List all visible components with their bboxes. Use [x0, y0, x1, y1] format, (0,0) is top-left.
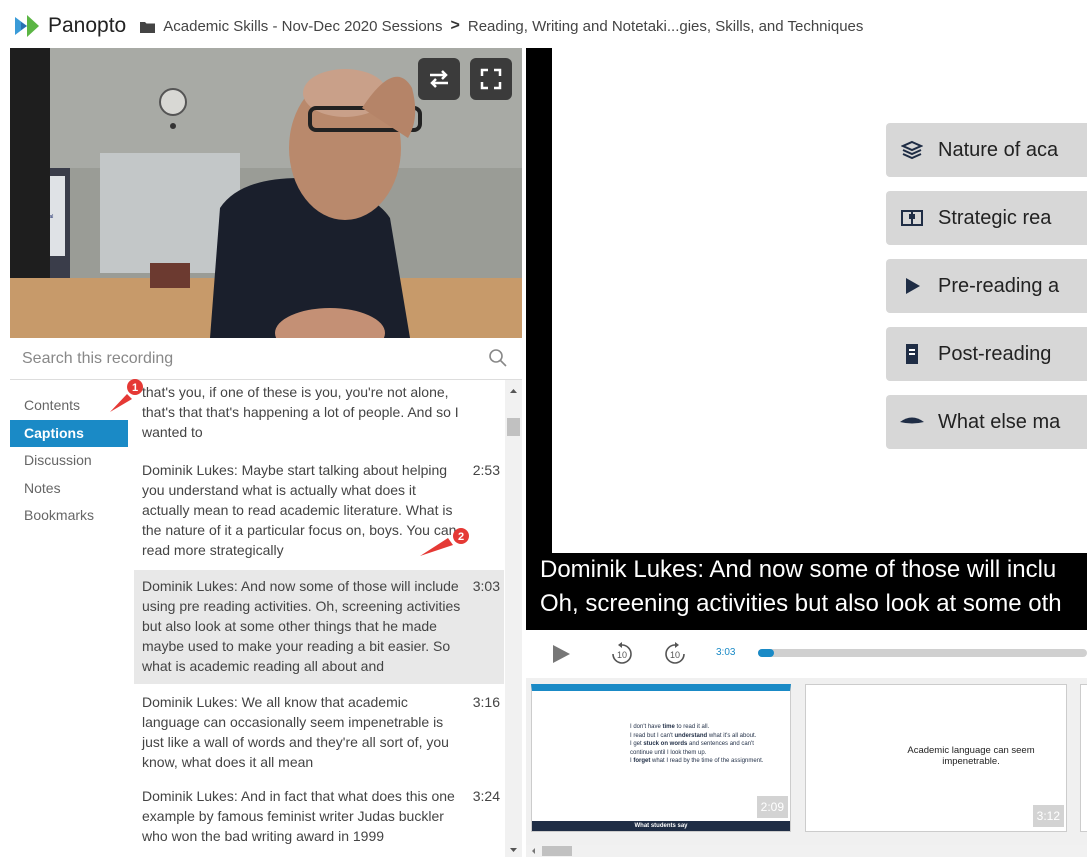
slide-item: Pre-reading a	[886, 259, 1087, 313]
caption-time: 3:16	[472, 694, 500, 710]
thumbnail-line: I read but I can't understand what it's …	[630, 732, 757, 739]
slide-item: Nature of aca	[886, 123, 1087, 177]
swap-icon	[430, 70, 448, 88]
scroll-left-arrow-icon[interactable]	[528, 845, 540, 857]
stack-icon	[886, 140, 938, 160]
slide-item-label: Nature of aca	[938, 138, 1059, 161]
thumbnail-line: I get stuck on words and sentences and c…	[630, 741, 754, 756]
header-bar: Panopto Academic Skills - Nov-Dec 2020 S…	[0, 0, 1087, 52]
caption-text: Dominik Lukes: Maybe start talking about…	[142, 462, 457, 558]
thumbnail-duration: 2:09	[756, 796, 788, 818]
caption-time: 2:53	[472, 462, 500, 478]
thumbnail-footer: What students say	[532, 821, 790, 831]
tab-captions[interactable]: Captions	[10, 419, 128, 447]
captions-list: that's you, if one of these is you, you'…	[134, 380, 504, 857]
folder-icon	[140, 20, 156, 33]
scroll-down-arrow-icon[interactable]	[505, 843, 522, 857]
rewind-10-button[interactable]: 10	[609, 641, 635, 667]
caption-text: Dominik Lukes: And in fact that what doe…	[142, 788, 455, 844]
annotation-marker-1: 1	[110, 379, 143, 412]
slide-thumbnail[interactable]: Academic language can seem impenetrable.…	[805, 684, 1067, 832]
thumbnail-line: I don't have time to read it all.	[630, 724, 710, 730]
slide-item: Strategic rea	[886, 191, 1087, 245]
tab-notes[interactable]: Notes	[10, 475, 128, 503]
search-icon[interactable]	[488, 348, 508, 368]
slide-item-label: What else ma	[938, 410, 1061, 433]
thumbnail-duration: 3:12	[1032, 805, 1064, 827]
search-input[interactable]	[22, 349, 472, 368]
forward-10-button[interactable]: 10	[662, 641, 688, 667]
live-caption-line: Oh, screening activities but also look a…	[540, 590, 1062, 617]
play-icon	[886, 276, 938, 296]
fullscreen-icon	[480, 68, 502, 90]
caption-time: 3:03	[472, 578, 500, 594]
annotation-number: 1	[132, 382, 138, 394]
fullscreen-button[interactable]	[470, 58, 512, 100]
live-caption: Dominik Lukes: And now some of those wil…	[540, 553, 1087, 621]
book-icon	[886, 208, 938, 228]
tab-bookmarks[interactable]: Bookmarks	[10, 502, 128, 530]
live-caption-line: Dominik Lukes: And now some of those wil…	[540, 556, 1057, 583]
caption-item[interactable]: that's you, if one of these is you, you'…	[134, 380, 504, 450]
slide-thumbnail-active[interactable]: I don't have time to read it all. I read…	[531, 684, 791, 832]
breadcrumb-folder-link[interactable]: Academic Skills - Nov-Dec 2020 Sessions	[163, 18, 442, 35]
thumbnail-slide-content: I don't have time to read it all. I read…	[630, 723, 770, 766]
caption-text: Dominik Lukes: We all know that academic…	[142, 694, 449, 770]
glasses-icon	[886, 415, 938, 429]
caption-item[interactable]: Dominik Lukes: And in fact that what doe…	[134, 780, 504, 854]
session-title: Reading, Writing and Notetaki...gies, Sk…	[467, 17, 864, 35]
caption-time: 3:24	[472, 788, 500, 804]
presenter-video[interactable]: ResilientRespectfulEntrepreneurialPurpos…	[10, 48, 522, 338]
panopto-logo[interactable]: Panopto	[12, 13, 126, 39]
breadcrumb: Academic Skills - Nov-Dec 2020 Sessions …	[140, 17, 863, 35]
captions-scrollbar[interactable]	[505, 380, 522, 857]
play-button[interactable]	[550, 643, 572, 665]
caption-text: Dominik Lukes: And now some of those wil…	[142, 578, 461, 674]
thumbnail-scrollbar[interactable]	[526, 845, 1087, 857]
bookmark-icon	[886, 343, 938, 365]
timeline-scrubber[interactable]	[758, 649, 1087, 657]
thumbnail-slide-content: Academic language can seem impenetrable.	[907, 745, 1035, 767]
current-time: 3:03	[716, 647, 736, 658]
thumbnail-scrollbar-thumb[interactable]	[542, 846, 572, 856]
caption-text: that's you, if one of these is you, you'…	[142, 384, 459, 440]
search-bar	[10, 338, 522, 380]
skip-forward-seconds: 10	[670, 650, 680, 660]
caption-item-active[interactable]: Dominik Lukes: And now some of those wil…	[134, 570, 504, 684]
slide-item-label: Pre-reading a	[938, 274, 1060, 297]
slide-thumbnail[interactable]	[1080, 684, 1087, 832]
brand-name: Panopto	[48, 14, 127, 37]
slide-item-label: Strategic rea	[938, 206, 1052, 229]
slide-item: Post-reading	[886, 327, 1087, 381]
tab-discussion[interactable]: Discussion	[10, 447, 128, 475]
skip-back-seconds: 10	[617, 650, 627, 660]
swap-streams-button[interactable]	[418, 58, 460, 100]
play-icon	[553, 645, 570, 663]
timeline-progress	[758, 649, 775, 657]
annotation-number: 2	[458, 531, 464, 543]
slide-item: What else ma	[886, 395, 1087, 449]
slide-item-label: Post-reading	[938, 342, 1052, 365]
scroll-up-arrow-icon[interactable]	[505, 384, 522, 398]
thumbnail-line: I forget what I read by the time of the …	[630, 758, 764, 764]
caption-item[interactable]: Dominik Lukes: We all know that academic…	[134, 686, 504, 780]
panopto-logo-icon	[15, 15, 39, 37]
breadcrumb-separator: >	[450, 17, 460, 34]
captions-scrollbar-thumb[interactable]	[507, 418, 520, 436]
annotation-marker-2: 2	[420, 528, 469, 556]
